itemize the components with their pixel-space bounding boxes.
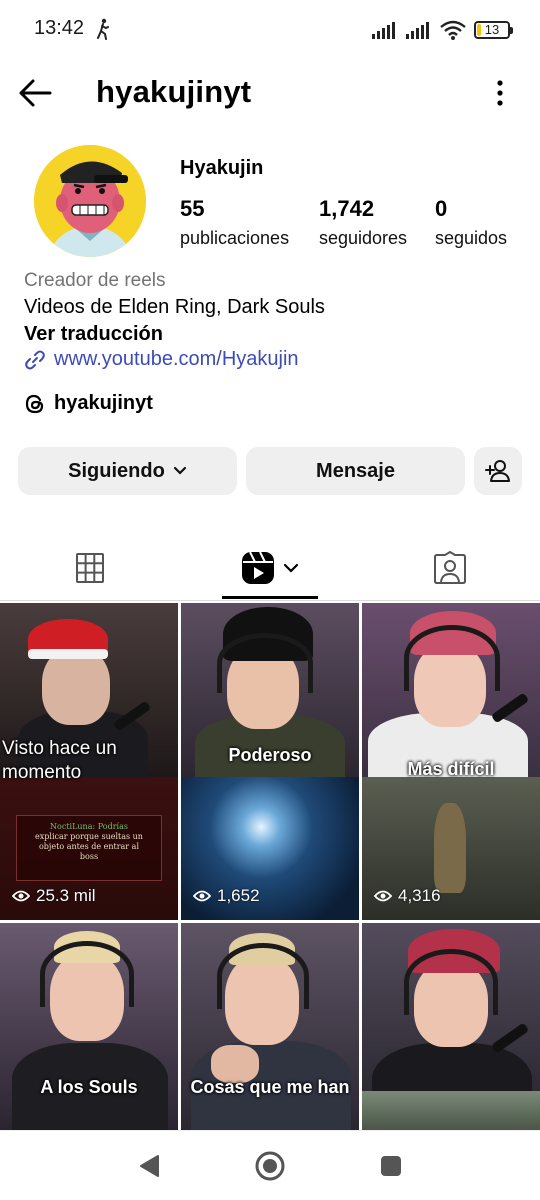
reel-tile[interactable]: Cosas que me han: [181, 923, 359, 1131]
chat-overlay: NoctiLuna: Podrías explicar porque suelt…: [16, 815, 162, 881]
avatar-illustration: [34, 145, 146, 257]
status-icons: 13: [372, 18, 513, 42]
nav-recents-button[interactable]: [374, 1149, 408, 1183]
status-bar: 13:42 13: [0, 0, 540, 60]
see-translation-link[interactable]: Ver traducción: [24, 323, 163, 346]
triangle-back-icon: [140, 1155, 159, 1177]
tab-tagged[interactable]: [360, 535, 540, 601]
nav-back-button[interactable]: [132, 1149, 166, 1183]
square-recents-icon: [381, 1156, 401, 1176]
following-button[interactable]: Siguiendo: [18, 447, 237, 495]
following-button-label: Siguiendo: [68, 459, 165, 482]
reel-views-count: 1,652: [217, 886, 260, 905]
chevron-down-icon: [283, 563, 299, 573]
chat-line-3: objeto antes de entrar al: [38, 842, 140, 851]
more-options-icon[interactable]: [494, 78, 506, 108]
wifi-icon: [440, 20, 466, 40]
stat-followers-label: seguidores: [319, 228, 408, 248]
reels-grid: NoctiLuna: Podrías explicar porque suelt…: [0, 603, 540, 1131]
stat-following[interactable]: 0 seguidos: [435, 196, 507, 249]
reel-caption: Más difícil: [407, 759, 495, 779]
stat-posts[interactable]: 55 publicaciones: [180, 196, 289, 249]
home-circle-icon: [255, 1151, 285, 1181]
reel-views-count: 25.3 mil: [36, 886, 96, 905]
reel-views-count: 4,316: [398, 886, 441, 905]
stat-following-value: 0: [435, 196, 448, 221]
profile-header: hyakujinyt: [0, 62, 540, 124]
battery-icon: 13: [474, 21, 513, 39]
nav-home-button[interactable]: [253, 1149, 287, 1183]
eye-icon: [374, 890, 392, 902]
reel-caption: Visto hace un momento: [2, 738, 117, 783]
reel-caption: Poderoso: [228, 745, 312, 765]
chat-line-2: explicar porque sueltas un: [35, 832, 143, 841]
eye-icon: [193, 890, 211, 902]
reel-tile[interactable]: Poderoso 1,652: [181, 603, 359, 920]
threads-badge[interactable]: hyakujinyt: [24, 392, 153, 415]
reels-icon: [242, 551, 274, 584]
reel-views: 1,652: [193, 886, 260, 906]
chat-line-1: NoctiLuna: Podrías: [50, 822, 128, 831]
signal-icon: [372, 22, 395, 39]
reel-views: 4,316: [374, 886, 441, 906]
reel-tile[interactable]: [362, 923, 540, 1131]
avatar[interactable]: [34, 145, 146, 257]
stat-followers[interactable]: 1,742 seguidores: [319, 196, 407, 249]
walking-person-icon: [97, 18, 109, 40]
page-title: hyakujinyt: [96, 74, 252, 109]
message-button[interactable]: Mensaje: [246, 447, 465, 495]
tab-reels[interactable]: [180, 535, 360, 601]
profile-link-text[interactable]: www.youtube.com/Hyakujin: [54, 348, 299, 371]
reel-views: 25.3 mil: [12, 886, 96, 906]
threads-icon: [25, 394, 44, 413]
stat-followers-value: 1,742: [319, 196, 375, 221]
battery-level: 13: [484, 22, 500, 37]
stat-posts-label: publicaciones: [180, 228, 290, 248]
reel-tile[interactable]: NoctiLuna: Podrías explicar porque suelt…: [0, 603, 178, 920]
tabs-divider: [0, 600, 540, 601]
profile-link[interactable]: www.youtube.com/Hyakujin: [24, 348, 299, 371]
tab-posts[interactable]: [0, 535, 180, 601]
link-icon: [25, 350, 45, 369]
content-tabs: [0, 535, 540, 601]
message-button-label: Mensaje: [316, 459, 395, 482]
profile-bio: Videos de Elden Ring, Dark Souls: [24, 296, 325, 318]
signal-icon-2: [406, 22, 429, 39]
status-time: 13:42: [34, 17, 85, 39]
eye-icon: [12, 890, 30, 902]
reel-caption: Cosas que me han: [190, 1077, 350, 1097]
chat-line-4: boss: [79, 852, 99, 861]
profile-screen: 13:42 13 hyakujinyt Hyakujin 55 publicac…: [0, 0, 540, 1200]
tagged-person-icon: [434, 551, 466, 584]
stat-following-label: seguidos: [435, 228, 508, 248]
chevron-down-icon: [173, 466, 186, 475]
profile-category: Creador de reels: [24, 270, 166, 291]
reel-caption: A los Souls: [40, 1077, 138, 1097]
threads-handle: hyakujinyt: [54, 392, 153, 414]
display-name: Hyakujin: [180, 157, 264, 179]
suggest-user-button[interactable]: [474, 447, 522, 495]
reel-tile[interactable]: Más difícil 4,316: [362, 603, 540, 920]
reel-tile[interactable]: A los Souls: [0, 923, 178, 1131]
active-tab-indicator: [222, 596, 318, 599]
stat-posts-value: 55: [180, 196, 205, 221]
system-navigation-bar: [0, 1130, 540, 1200]
grid-icon: [76, 553, 104, 583]
add-user-icon: [485, 460, 510, 482]
back-arrow-icon[interactable]: [16, 74, 54, 112]
